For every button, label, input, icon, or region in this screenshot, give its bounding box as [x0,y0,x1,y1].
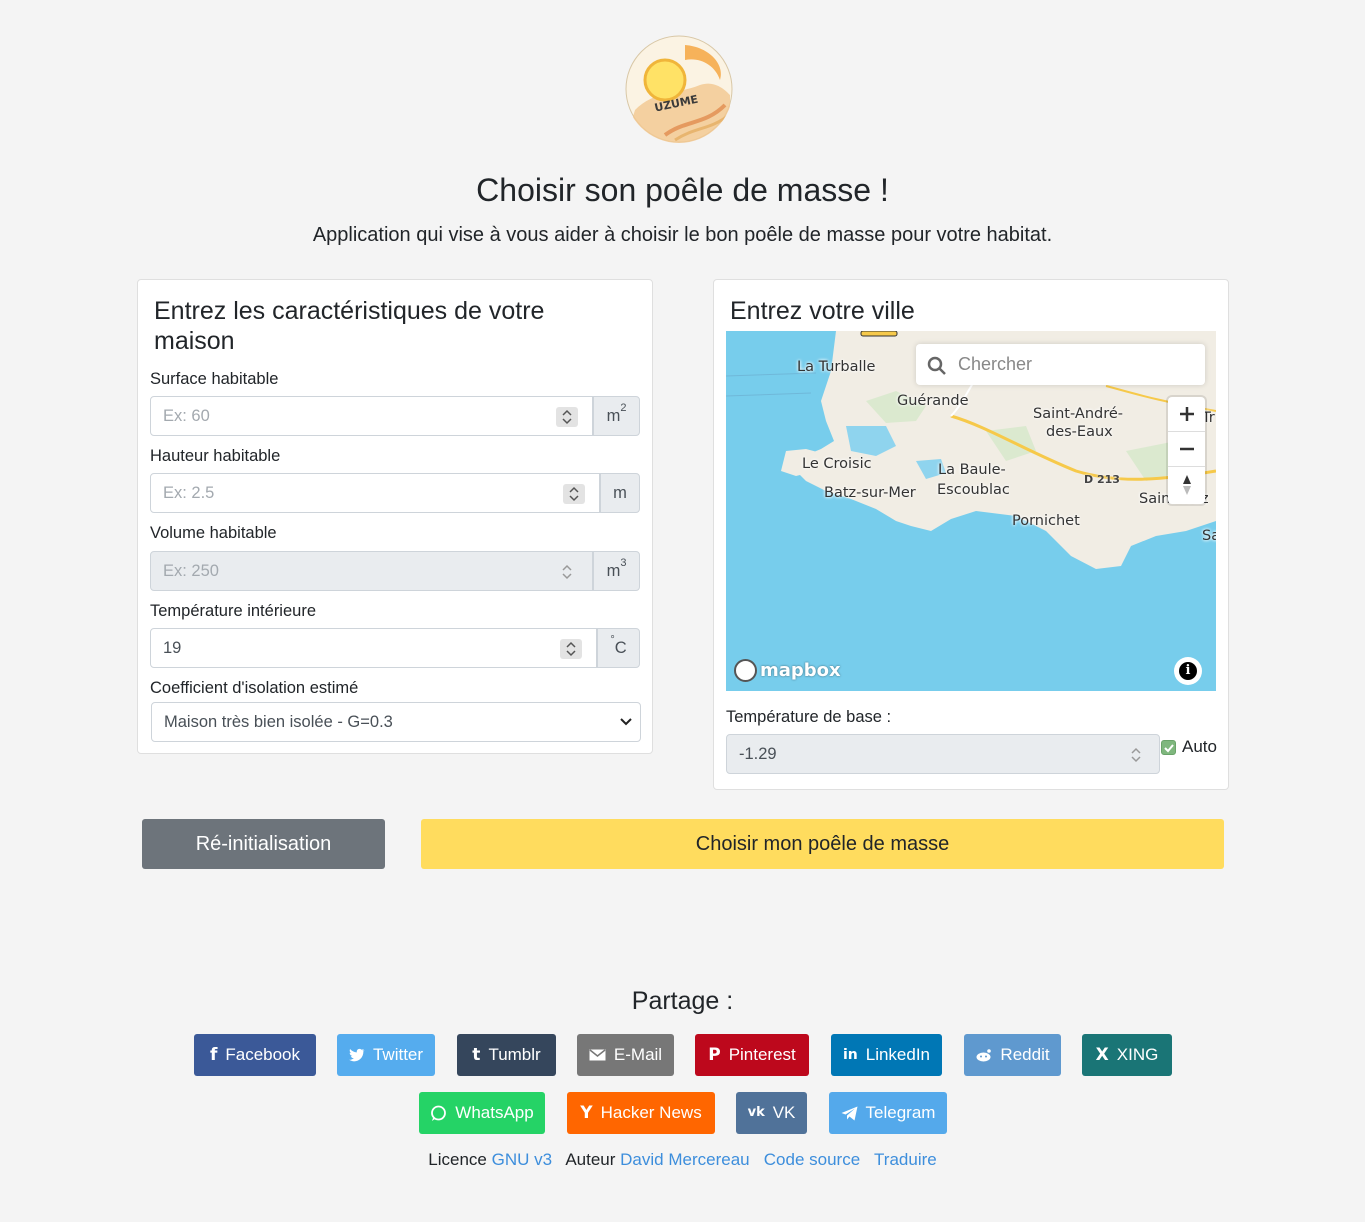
attribution-info-button[interactable]: i [1174,657,1202,685]
base-temp-input: -1.29 [726,734,1160,774]
share-pinterest-button[interactable]: P Pinterest [695,1034,809,1076]
auto-checkbox[interactable] [1161,740,1176,755]
author-link[interactable]: David Mercereau [620,1150,749,1169]
pinterest-icon: P [708,1045,721,1065]
mail-icon [589,1049,606,1061]
map-label: Sa [1202,528,1216,544]
city-card-title: Entrez votre ville [730,297,915,325]
translate-link[interactable]: Traduire [874,1150,937,1169]
spinner-icon [556,562,578,582]
map-zoom-control [1168,397,1205,504]
author-label: Auteur [565,1150,616,1169]
spinner-icon[interactable] [563,484,585,504]
zoom-in-button[interactable] [1168,397,1205,432]
isolation-label: Coefficient d'isolation estimé [150,679,359,697]
map-label: des-Eaux [1046,424,1113,440]
indoor-temp-input[interactable]: 19 [150,628,597,668]
mapbox-logo[interactable]: mapbox [734,657,841,683]
tumblr-icon: t [472,1045,481,1065]
map-label: La Baule- [938,462,1006,478]
licence-link[interactable]: GNU v3 [492,1150,552,1169]
map-label: Pornichet [1012,513,1080,529]
share-email-button[interactable]: E-Mail [577,1034,674,1076]
road-label: D 213 [1084,473,1120,486]
indoor-temp-label: Température intérieure [150,602,316,620]
share-xing-button[interactable]: X XING [1082,1034,1172,1076]
share-telegram-button[interactable]: Telegram [829,1092,947,1134]
linkedin-icon: in [842,1047,858,1063]
house-card-title: Entrez les caractéristiques de votre mai… [154,297,545,355]
spinner-icon[interactable] [556,407,578,427]
hackernews-icon: Y [580,1103,593,1123]
spinner-icon [1125,745,1147,765]
footer: Licence GNU v3 Auteur David Mercereau Co… [0,1149,1365,1171]
source-code-link[interactable]: Code source [764,1150,860,1169]
facebook-icon: f [209,1045,218,1065]
share-tumblr-button[interactable]: t Tumblr [457,1034,556,1076]
map-label: Saint-André- [1033,406,1124,422]
share-hackernews-button[interactable]: Y Hacker News [567,1092,715,1134]
info-icon: i [1179,662,1197,680]
surface-unit: m2 [593,396,640,436]
share-reddit-button[interactable]: Reddit [964,1034,1061,1076]
map[interactable]: La Turballe Guérande Saint-André- des-Ea… [726,331,1216,691]
plus-icon [1179,407,1194,421]
spinner-icon[interactable] [560,639,582,659]
xing-icon: X [1095,1045,1109,1065]
check-icon [1164,744,1174,753]
map-label: Guérande [897,393,969,409]
vk-icon: vk [747,1105,765,1120]
minus-icon [1179,447,1194,451]
share-twitter-button[interactable]: Twitter [337,1034,435,1076]
map-tiles [726,331,1216,691]
volume-input: Ex: 250 [150,551,593,591]
share-whatsapp-button[interactable]: WhatsApp [419,1092,545,1134]
height-label: Hauteur habitable [150,447,281,465]
zoom-out-button[interactable] [1168,432,1205,467]
share-facebook-button[interactable]: f Facebook [194,1034,316,1076]
height-input[interactable]: Ex: 2.5 [150,473,600,513]
surface-input[interactable]: Ex: 60 [150,396,593,436]
compass-button[interactable] [1168,467,1205,502]
page-title: Choisir son poêle de masse ! [476,172,889,208]
house-card: Entrez les caractéristiques de votre mai… [137,279,653,754]
map-label: Le Croisic [802,456,872,472]
reset-button[interactable]: Ré-initialisation [142,819,385,869]
surface-label: Surface habitable [150,370,279,388]
share-vk-button[interactable]: vk VK [736,1092,807,1134]
chevron-down-icon [620,718,632,726]
map-label: Escoublac [937,482,1010,498]
isolation-select[interactable]: Maison très bien isolée - G=0.3 [151,702,641,742]
page-subtitle: Application qui vise à vous aider à choi… [312,224,1053,246]
indoor-temp-unit: °C [597,628,640,668]
map-search-input[interactable]: Chercher [916,344,1205,385]
auto-label[interactable]: Auto [1182,736,1217,758]
telegram-icon [841,1106,858,1120]
height-unit: m [600,473,640,513]
compass-icon [1182,474,1191,495]
whatsapp-icon [431,1105,447,1121]
share-title: Partage : [631,987,734,1015]
licence-label: Licence [428,1150,487,1169]
share-linkedin-button[interactable]: in LinkedIn [831,1034,942,1076]
city-card: Entrez votre ville La Turballe Guérande … [713,279,1229,790]
mapbox-icon [734,658,757,682]
twitter-icon [348,1048,365,1062]
volume-label: Volume habitable [150,524,277,542]
reddit-icon [976,1049,992,1062]
uzume-logo: UZUME [625,35,733,143]
base-temp-label: Température de base : [726,708,892,726]
volume-unit: m3 [593,551,640,591]
map-label: La Turballe [797,359,876,375]
choose-stove-button[interactable]: Choisir mon poêle de masse [421,819,1224,869]
map-label: Batz-sur-Mer [824,485,916,501]
search-icon [927,356,946,375]
